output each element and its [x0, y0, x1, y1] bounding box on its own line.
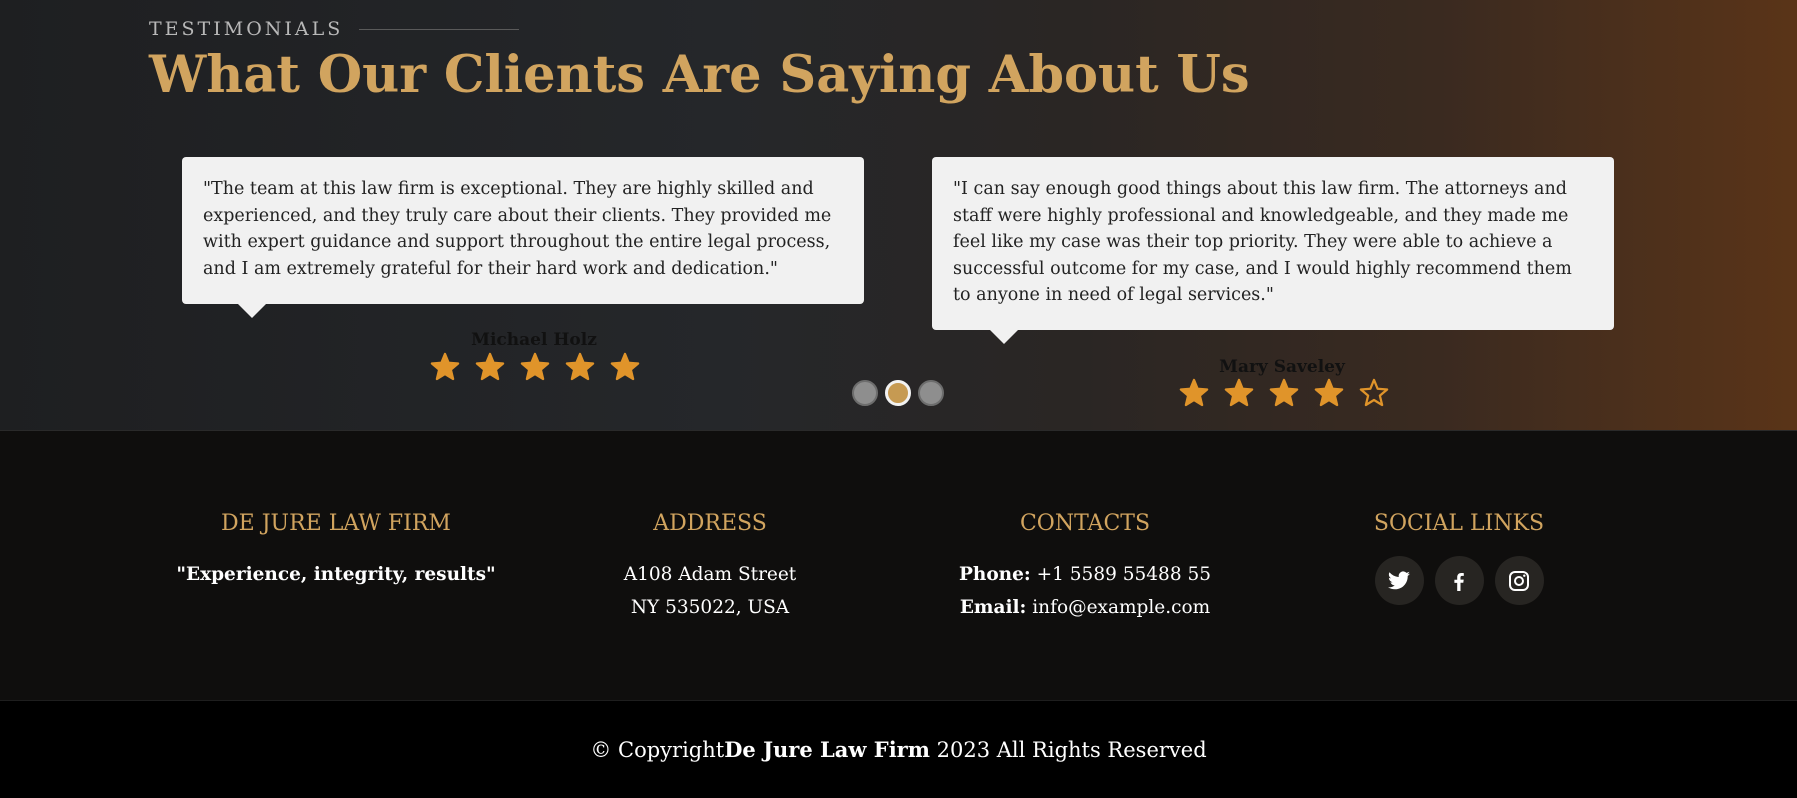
- social-links: [1279, 556, 1639, 605]
- footer-tagline: "Experience, integrity, results": [176, 564, 496, 585]
- copyright-suffix: 2023 All Rights Reserved: [929, 738, 1207, 762]
- footer-address-column: ADDRESS A108 Adam Street NY 535022, USA: [530, 511, 890, 624]
- facebook-icon: [1454, 572, 1464, 591]
- footer-contacts-column: CONTACTS Phone: +1 5589 55488 55 Email: …: [905, 511, 1265, 624]
- footer-firm-heading: DE JURE LAW FIRM: [221, 511, 451, 536]
- carousel-dot[interactable]: [852, 380, 878, 406]
- carousel-dot[interactable]: [918, 380, 944, 406]
- address-line-1: A108 Adam Street: [623, 564, 797, 585]
- carousel-dot[interactable]: [885, 380, 911, 406]
- section-label-text: TESTIMONIALS: [149, 18, 344, 40]
- address-line-2: NY 535022, USA: [630, 597, 790, 618]
- star-filled-icon: [520, 352, 550, 381]
- star-filled-icon: [1224, 378, 1254, 407]
- footer-info: DE JURE LAW FIRM "Experience, integrity,…: [0, 430, 1797, 701]
- section-label: TESTIMONIALS: [149, 18, 520, 40]
- phone-label: Phone:: [958, 564, 1031, 585]
- star-filled-icon: [1269, 378, 1299, 407]
- section-label-divider: [359, 28, 520, 30]
- footer-social-heading: SOCIAL LINKS: [1373, 511, 1545, 536]
- star-filled-icon: [1314, 378, 1344, 407]
- carousel-pagination: [852, 380, 944, 406]
- email-value[interactable]: info@example.com: [1032, 597, 1210, 618]
- testimonial-quote-1: "The team at this law firm is exceptiona…: [203, 179, 832, 279]
- testimonial-quote-2: "I can say enough good things about this…: [953, 179, 1572, 305]
- copyright-prefix: © Copyright: [590, 738, 725, 762]
- testimonial-card-1: "The team at this law firm is exceptiona…: [182, 157, 864, 318]
- email-label: Email:: [959, 597, 1027, 618]
- speech-arrow: [238, 304, 266, 318]
- copyright-firm: De Jure Law Firm: [724, 737, 930, 762]
- testimonial-card-2: "I can say enough good things about this…: [932, 157, 1614, 344]
- contact-email: Email: info@example.com: [905, 591, 1265, 624]
- footer-social-column: SOCIAL LINKS: [1279, 511, 1639, 605]
- copyright-bar: © CopyrightDe Jure Law Firm 2023 All Rig…: [0, 700, 1797, 798]
- star-empty-icon: [1359, 378, 1389, 407]
- section-title: What Our Clients Are Saying About Us: [149, 45, 1250, 105]
- footer-address-heading: ADDRESS: [653, 511, 767, 536]
- rating-stars-2: [1179, 378, 1389, 408]
- copyright-text: © CopyrightDe Jure Law Firm 2023 All Rig…: [590, 737, 1206, 762]
- star-filled-icon: [565, 352, 595, 381]
- testimonial-author-1: Michael Holz: [471, 330, 597, 350]
- rating-stars-1: [430, 352, 640, 382]
- contact-phone: Phone: +1 5589 55488 55: [905, 558, 1265, 591]
- star-filled-icon: [430, 352, 460, 381]
- star-filled-icon: [610, 352, 640, 381]
- facebook-link[interactable]: [1434, 556, 1484, 605]
- footer-firm-column: DE JURE LAW FIRM "Experience, integrity,…: [156, 511, 516, 591]
- instagram-icon: [1509, 570, 1529, 591]
- star-filled-icon: [475, 352, 505, 381]
- testimonial-author-2: Mary Saveley: [1219, 357, 1345, 377]
- twitter-link[interactable]: [1374, 556, 1424, 605]
- instagram-link[interactable]: [1494, 556, 1544, 605]
- twitter-icon: [1388, 570, 1410, 589]
- testimonials-section: TESTIMONIALS What Our Clients Are Saying…: [0, 0, 1797, 430]
- speech-arrow: [990, 330, 1018, 344]
- star-filled-icon: [1179, 378, 1209, 407]
- phone-value[interactable]: +1 5589 55488 55: [1037, 564, 1211, 585]
- footer-contacts-heading: CONTACTS: [1019, 511, 1151, 536]
